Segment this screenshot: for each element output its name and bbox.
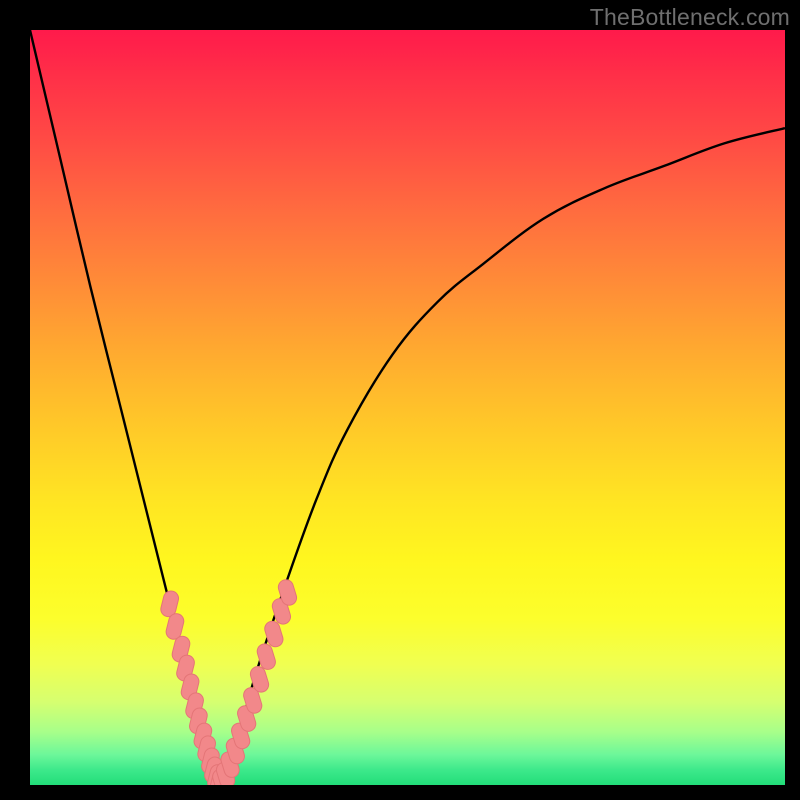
- curve-layer: [30, 30, 785, 785]
- chart-svg: [30, 30, 785, 785]
- plot-area: [30, 30, 785, 785]
- bottleneck-curve: [30, 30, 785, 785]
- left-branch-markers: [159, 589, 229, 785]
- right-branch-markers: [211, 578, 299, 785]
- watermark-text: TheBottleneck.com: [590, 4, 790, 31]
- chart-frame: TheBottleneck.com: [0, 0, 800, 800]
